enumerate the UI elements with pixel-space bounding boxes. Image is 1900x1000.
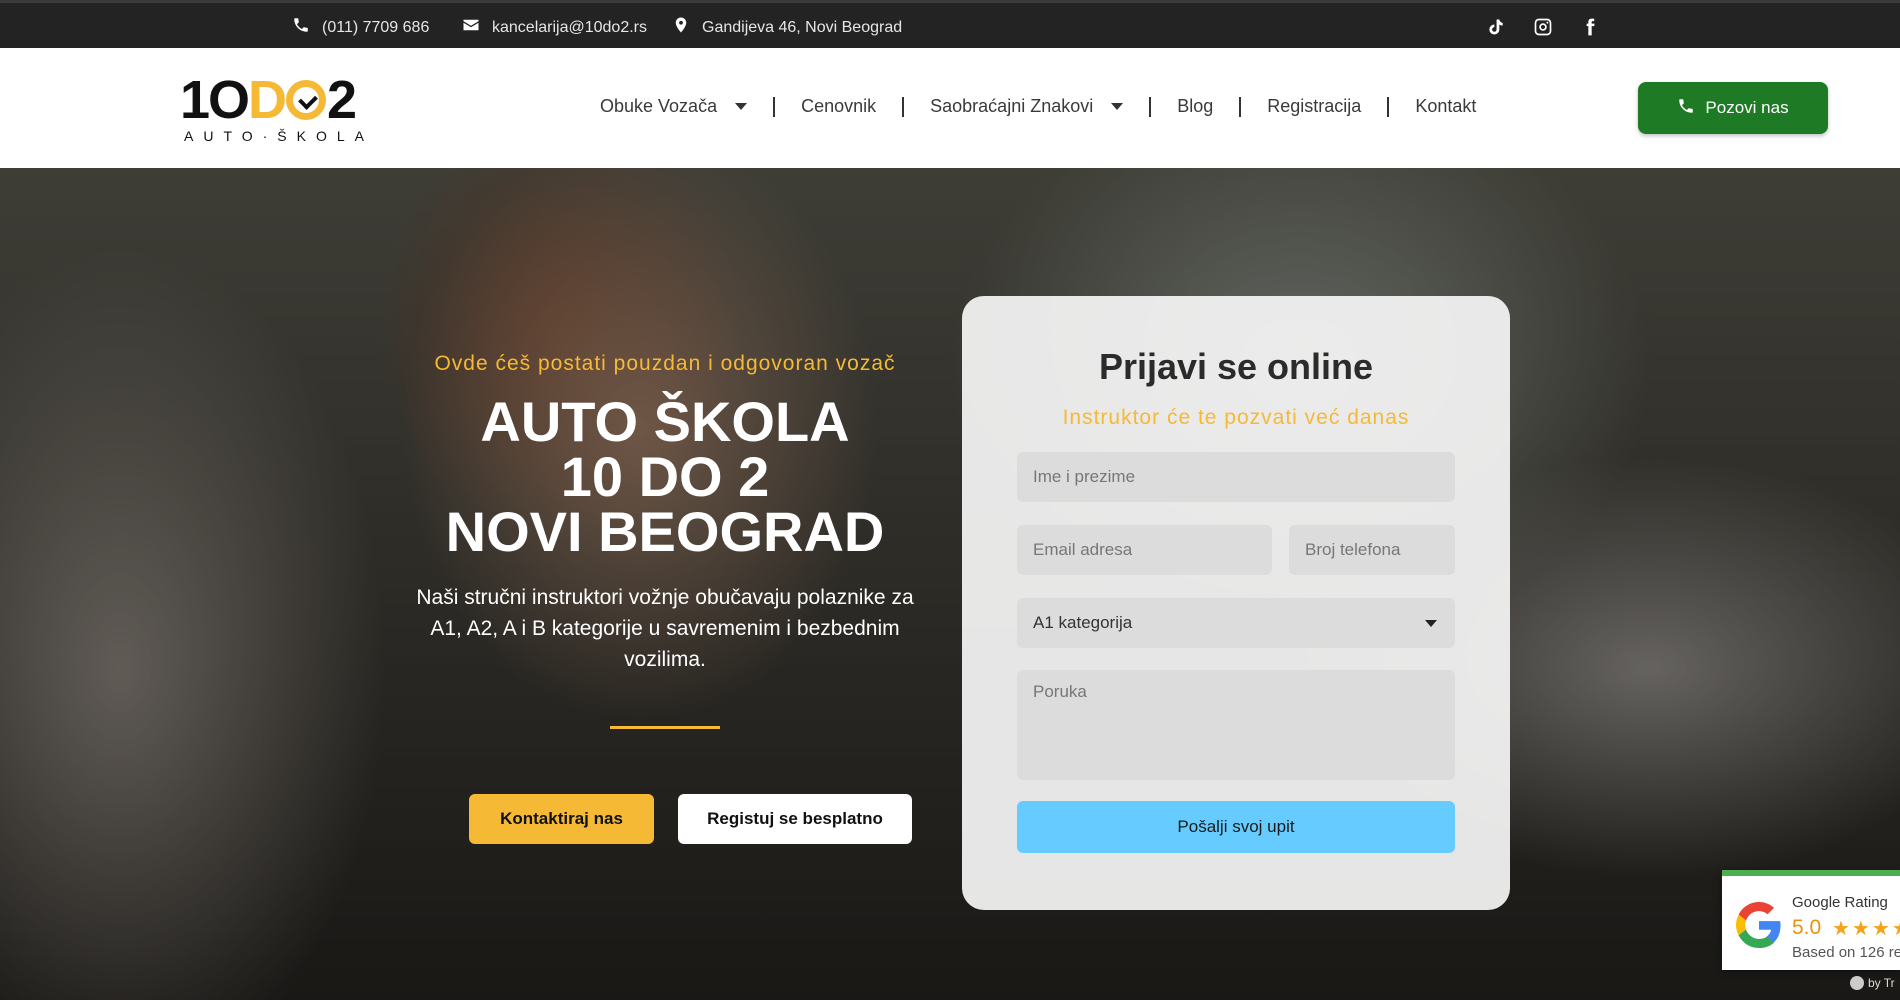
logo[interactable]: 1OD 2 AUTO·ŠKOLA xyxy=(180,72,370,150)
logo-tagline: AUTO·ŠKOLA xyxy=(184,128,374,144)
email-input[interactable] xyxy=(1017,525,1272,575)
phone-contact[interactable]: (011) 7709 686 xyxy=(292,16,429,39)
form-subtitle: Instruktor će te pozvati već danas xyxy=(1062,406,1410,429)
badge-byline: by Tr xyxy=(1850,976,1895,990)
contact-us-button[interactable]: Kontaktiraj nas xyxy=(469,794,654,844)
hero-description: Naši stručni instruktori vožnje obučavaj… xyxy=(416,586,914,671)
google-logo-icon xyxy=(1736,902,1781,948)
phone-input[interactable] xyxy=(1289,525,1455,575)
facebook-icon[interactable] xyxy=(1580,17,1600,42)
address-contact[interactable]: Gandijeva 46, Novi Beograd xyxy=(672,16,902,39)
category-select-value: A1 kategorija xyxy=(1033,613,1133,632)
nav-separator xyxy=(1387,96,1390,117)
hero-title-line: AUTO ŠKOLA xyxy=(480,390,850,453)
google-rating-badge[interactable]: Google Rating 5.0 ★★★★★ Based on 126 re xyxy=(1722,870,1900,970)
nav-label: Blog xyxy=(1177,96,1214,116)
rating-score: 5.0 xyxy=(1792,916,1822,939)
hero-tagline: Ovde ćeš postati pouzdan i odgovoran voz… xyxy=(434,352,896,375)
site-header: 1OD 2 AUTO·ŠKOLA Obuke Vozača Cenovnik Sa… xyxy=(0,48,1900,168)
address-text[interactable]: Gandijeva 46, Novi Beograd xyxy=(702,19,902,37)
phone-icon xyxy=(1677,97,1695,120)
nav-blog[interactable]: Blog xyxy=(1177,96,1213,117)
envelope-icon xyxy=(462,16,480,39)
logo-wordmark: 1OD 2 xyxy=(180,70,357,130)
main-nav: Obuke Vozača Cenovnik Saobraćajni Znakov… xyxy=(600,96,1476,117)
call-button[interactable]: Pozovi nas xyxy=(1638,82,1828,134)
chevron-down-icon xyxy=(1111,103,1124,110)
email-contact[interactable]: kancelarija@10do2.rs xyxy=(462,16,647,39)
email-address[interactable]: kancelarija@10do2.rs xyxy=(492,19,647,37)
submit-button[interactable]: Pošalji svoj upit xyxy=(1017,801,1455,853)
instagram-icon[interactable] xyxy=(1533,17,1553,42)
rating-label: Google Rating xyxy=(1792,894,1888,911)
nav-separator xyxy=(902,96,905,117)
nav-registracija[interactable]: Registracija xyxy=(1267,96,1361,117)
register-free-button[interactable]: Registuj se besplatno xyxy=(678,794,912,844)
hero-title-line: 10 DO 2 xyxy=(560,445,770,508)
category-select[interactable]: A1 kategorija xyxy=(1017,598,1455,648)
nav-separator xyxy=(1239,96,1242,117)
phone-number[interactable]: (011) 7709 686 xyxy=(322,19,429,37)
hero-section: Ovde ćeš postati pouzdan i odgovoran voz… xyxy=(0,168,1900,1000)
nav-label: Obuke Vozača xyxy=(600,96,718,116)
hero-title: AUTO ŠKOLA 10 DO 2 NOVI BEOGRAD xyxy=(360,390,970,563)
phone-icon xyxy=(292,16,310,39)
hero-divider xyxy=(610,726,720,729)
nav-label: Registracija xyxy=(1267,96,1362,116)
nav-saobracajni-znakovi[interactable]: Saobraćajni Znakovi xyxy=(930,96,1124,117)
message-textarea[interactable] xyxy=(1017,670,1455,780)
nav-separator xyxy=(773,96,776,117)
top-bar: (011) 7709 686 kancelarija@10do2.rs Gand… xyxy=(0,0,1900,48)
nav-kontakt[interactable]: Kontakt xyxy=(1415,96,1476,117)
star-icon: ★★★★★ xyxy=(1832,918,1900,940)
hero-content: Ovde ćeš postati pouzdan i odgovoran voz… xyxy=(360,168,970,1000)
nav-separator xyxy=(1149,96,1152,117)
map-pin-icon xyxy=(672,16,690,39)
bolt-icon xyxy=(1850,976,1864,990)
rating-count: Based on 126 re xyxy=(1792,944,1900,961)
name-input[interactable] xyxy=(1017,452,1455,502)
nav-label: Cenovnik xyxy=(801,96,877,116)
nav-obuke-vozaca[interactable]: Obuke Vozača xyxy=(600,96,748,117)
call-button-label: Pozovi nas xyxy=(1705,98,1789,117)
form-title: Prijavi se online xyxy=(1098,346,1374,387)
chevron-down-icon xyxy=(1425,619,1437,627)
nav-label: Saobraćajni Znakovi xyxy=(930,96,1094,116)
nav-cenovnik[interactable]: Cenovnik xyxy=(801,96,876,117)
nav-label: Kontakt xyxy=(1415,96,1477,116)
checkmark-icon xyxy=(286,80,327,120)
hero-title-line: NOVI BEOGRAD xyxy=(445,500,885,563)
byline-text: by Tr xyxy=(1868,976,1895,990)
signup-form-card: Prijavi se online Instruktor će te pozva… xyxy=(962,296,1510,910)
tiktok-icon[interactable] xyxy=(1486,17,1506,42)
chevron-down-icon xyxy=(735,103,748,110)
